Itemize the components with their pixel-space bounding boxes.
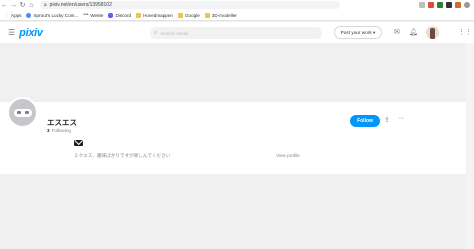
bookmark-item[interactable]: Google: [177, 12, 200, 18]
notifications-icon[interactable]: 🔔︎: [409, 28, 418, 36]
search-icon: ⌕: [154, 29, 158, 36]
profile-card: エスエス 3 Following Follow ⇪ ··· ミクエス、趣味ばかりで…: [0, 97, 466, 174]
more-options-icon[interactable]: ···: [398, 115, 404, 122]
post-work-button[interactable]: Post your work ▾: [334, 26, 382, 39]
bookmark-label: 3D-modeller: [211, 12, 237, 18]
apps-icon: ⋮⋮: [4, 11, 14, 18]
bookmark-item[interactable]: 3D-modeller: [204, 12, 237, 18]
page-scrollbar[interactable]: [466, 43, 474, 249]
search-input[interactable]: ⌕ Search works: [150, 27, 322, 39]
home-icon[interactable]: ⌂: [27, 1, 36, 10]
globe-icon: [26, 12, 32, 18]
default-avatar-icon: [13, 108, 32, 117]
bookmark-item[interactable]: Discord: [108, 12, 132, 18]
messages-icon[interactable]: ✉: [394, 28, 400, 36]
extension-icon[interactable]: [428, 2, 434, 8]
profile-bio: ミクエス、趣味ばかりですが楽しんでください: [74, 153, 171, 158]
mail-icon[interactable]: [74, 140, 83, 146]
browser-toolbar: ← → ↻ ⌂ 🔒︎ pixiv.net/en/users/13958102: [0, 0, 474, 10]
extensions-area: [419, 2, 474, 8]
reload-icon[interactable]: ↻: [18, 1, 27, 10]
apps-grid-icon[interactable]: ⋮⋮: [458, 28, 472, 36]
forward-icon[interactable]: →: [9, 1, 18, 10]
address-url: pixiv.net/en/users/13958102: [49, 2, 112, 8]
menu-icon[interactable]: ☰: [8, 28, 15, 37]
extension-icon[interactable]: [455, 2, 461, 8]
bookmark-item[interactable]: ••• WeMe: [83, 11, 104, 18]
follow-button[interactable]: Follow: [350, 115, 380, 127]
bookmarks-bar: ⋮⋮ Apps Sprout's Lucky Com... ••• WeMe Discor…: [0, 10, 474, 21]
folder-icon: [204, 12, 210, 18]
bookmark-label: Sprout's Lucky Com...: [33, 12, 79, 18]
following-label: Following: [51, 128, 71, 133]
bookmark-item[interactable]: Hovedmappen: [136, 12, 173, 18]
bookmark-label: Google: [184, 12, 200, 18]
user-avatar[interactable]: [426, 26, 439, 39]
bookmark-item[interactable]: Sprout's Lucky Com...: [26, 12, 79, 18]
view-profile-link[interactable]: View profile: [276, 153, 300, 158]
folder-icon: [177, 12, 183, 18]
share-icon[interactable]: ⇪: [384, 116, 390, 124]
address-bar[interactable]: 🔒︎ pixiv.net/en/users/13958102: [40, 1, 340, 9]
profile-username: エスエス: [47, 118, 77, 127]
dots-icon: •••: [83, 11, 89, 18]
lock-icon: 🔒︎: [44, 2, 47, 8]
site-header: ☰ pixiv ⌕ Search works Post your work ▾ …: [0, 22, 474, 43]
folder-icon: [136, 12, 142, 18]
bookmark-label: Apps: [11, 12, 22, 18]
pixiv-logo[interactable]: pixiv: [19, 27, 43, 39]
following-number: 3: [47, 128, 50, 133]
following-count[interactable]: 3 Following: [47, 128, 71, 133]
bookmark-label: WeMe: [90, 12, 104, 18]
bookmark-label: Discord: [115, 12, 132, 18]
works-area: [0, 174, 466, 249]
extension-icon[interactable]: [446, 2, 452, 8]
bookmark-label: Hovedmappen: [143, 12, 173, 18]
profile-avatar[interactable]: [7, 97, 38, 128]
extension-icon[interactable]: [437, 2, 443, 8]
extension-icon[interactable]: [419, 2, 425, 8]
cover-image-area: [0, 43, 466, 102]
profile-avatar-icon[interactable]: [464, 2, 470, 8]
bookmark-item[interactable]: ⋮⋮ Apps: [4, 11, 22, 18]
search-placeholder: Search works: [160, 30, 189, 36]
back-icon[interactable]: ←: [0, 1, 9, 10]
discord-icon: [108, 12, 114, 18]
